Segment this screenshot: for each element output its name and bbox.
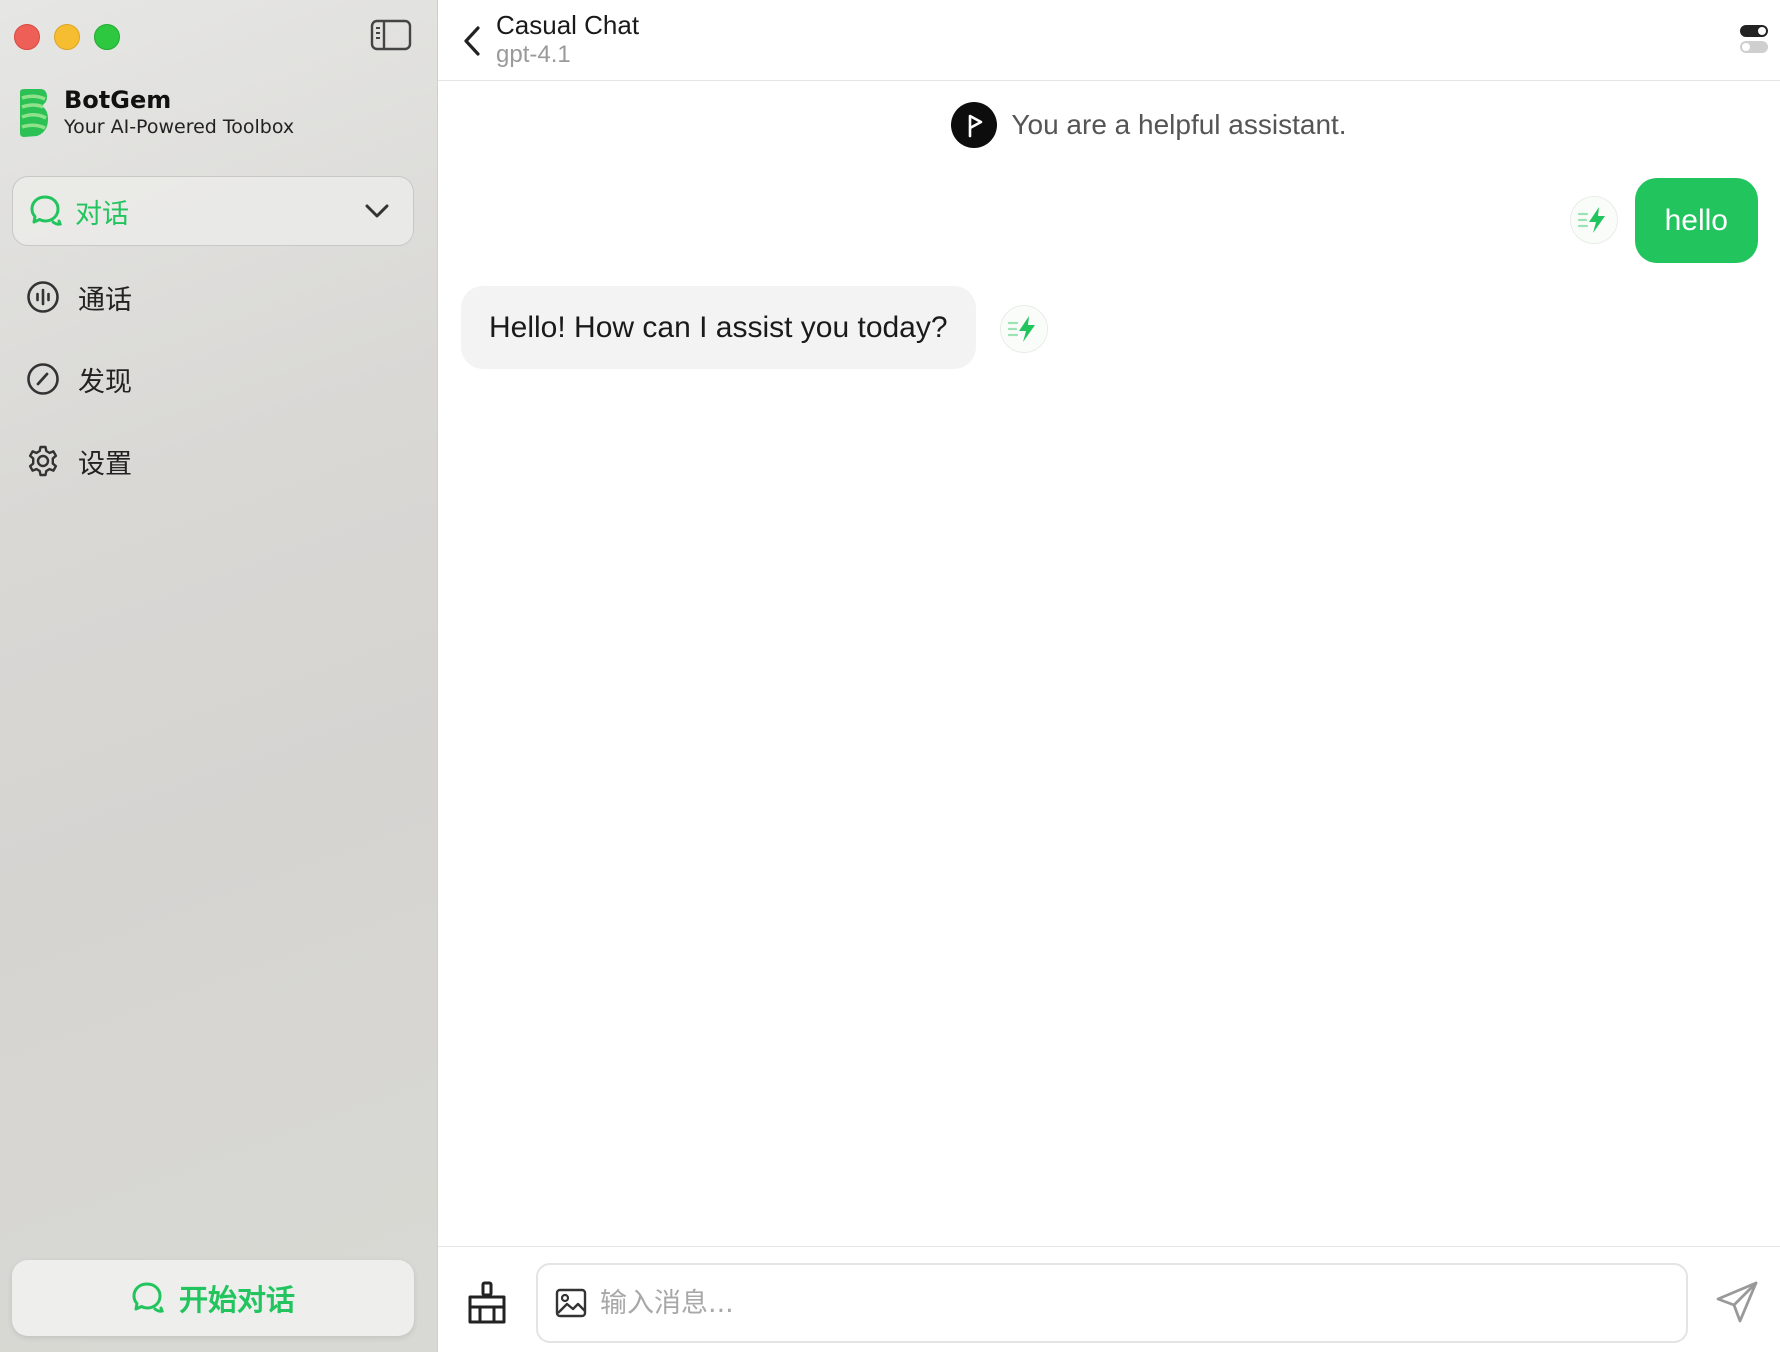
composer-bar	[438, 1246, 1780, 1352]
chat-title: Casual Chat	[496, 10, 640, 40]
sidebar-item-label: 通话	[78, 284, 132, 316]
assistant-message-bubble[interactable]: Hello! How can I assist you today?	[461, 286, 976, 369]
sidebar-item-label: 对话	[75, 198, 129, 230]
botgem-logo-icon	[20, 89, 48, 137]
chevron-down-icon	[365, 204, 389, 218]
chat-header: Casual Chat gpt-4.1	[438, 0, 1780, 81]
sidebar-item-discover[interactable]: 发现	[26, 354, 132, 404]
app-window: BotGem Your AI-Powered Toolbox 对话 通话 发现 …	[0, 0, 1780, 1352]
sidebar-item-label: 设置	[78, 448, 132, 480]
model-name: gpt-4.1	[496, 41, 571, 68]
send-icon[interactable]	[1714, 1279, 1760, 1325]
chat-panel: Casual Chat gpt-4.1 You are a helpful as…	[438, 0, 1780, 1352]
system-prompt-avatar	[951, 102, 998, 148]
brand: BotGem Your AI-Powered Toolbox	[16, 86, 294, 140]
back-arrow-icon[interactable]	[456, 22, 488, 60]
app-name: BotGem	[64, 86, 172, 114]
start-chat-label: 开始对话	[178, 1283, 295, 1317]
system-prompt: You are a helpful assistant.	[438, 102, 1780, 148]
image-upload-icon[interactable]	[554, 1286, 588, 1320]
window-controls	[14, 24, 120, 50]
message-input[interactable]	[598, 1286, 1658, 1320]
toggle-settings-icon[interactable]	[1738, 22, 1770, 56]
lightning-icon	[1007, 316, 1035, 342]
sidebar-toggle-icon[interactable]	[370, 18, 412, 52]
system-prompt-text: You are a helpful assistant.	[1011, 109, 1347, 140]
chat-bubble-icon	[132, 1282, 164, 1313]
app-tagline: Your AI-Powered Toolbox	[64, 116, 295, 138]
sidebar: BotGem Your AI-Powered Toolbox 对话 通话 发现 …	[0, 0, 438, 1352]
start-chat-button[interactable]: 开始对话	[12, 1260, 414, 1336]
close-window-button[interactable]	[14, 24, 40, 50]
user-message-bubble[interactable]: hello	[1634, 178, 1758, 263]
voice-call-icon	[27, 281, 59, 313]
sidebar-item-label: 发现	[78, 366, 132, 398]
maximize-window-button[interactable]	[94, 24, 120, 50]
chat-bubble-icon	[30, 195, 62, 226]
minimize-window-button[interactable]	[54, 24, 80, 50]
gear-icon	[28, 445, 58, 477]
quick-action-button[interactable]	[1000, 305, 1048, 353]
prompt-flag-icon	[969, 114, 983, 138]
sidebar-item-settings[interactable]: 设置	[26, 436, 132, 486]
sidebar-item-call[interactable]: 通话	[26, 272, 132, 322]
sidebar-item-chat[interactable]: 对话	[12, 176, 414, 246]
lightning-icon	[1577, 207, 1605, 233]
compass-icon	[27, 363, 59, 395]
broom-clear-icon[interactable]	[466, 1281, 508, 1325]
message-input-container[interactable]	[536, 1263, 1688, 1343]
quick-action-button[interactable]	[1570, 196, 1618, 244]
